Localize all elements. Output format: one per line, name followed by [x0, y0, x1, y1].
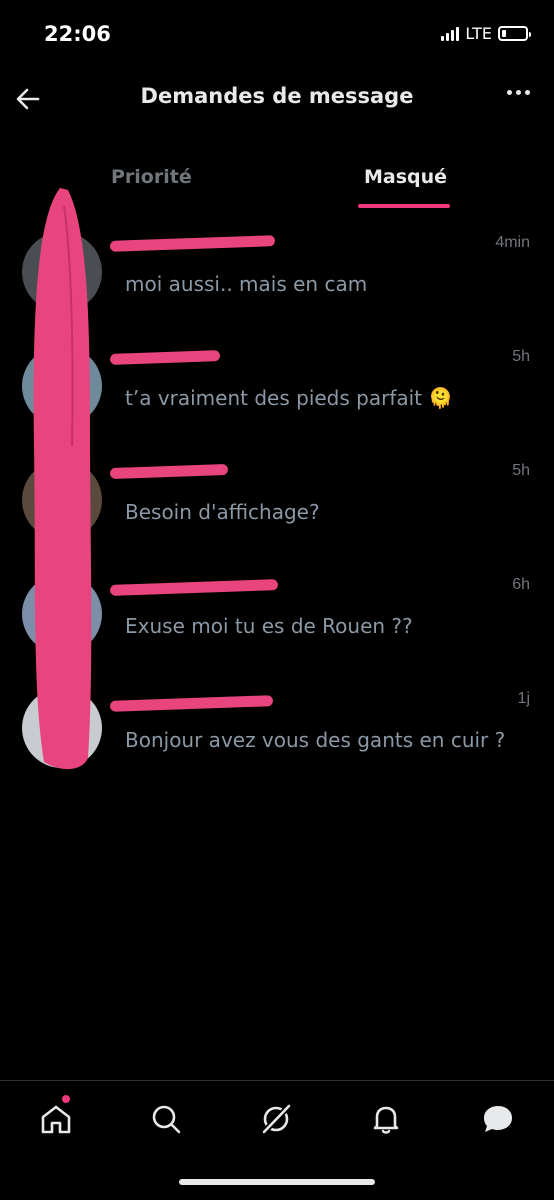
nav-search[interactable]: [146, 1099, 186, 1139]
network-type: LTE: [465, 24, 492, 43]
nav-notifications[interactable]: [366, 1099, 406, 1139]
home-icon: [41, 1105, 71, 1134]
message-preview: Bonjour avez vous des gants en cuir ?: [125, 728, 506, 752]
message-time: 5h: [512, 462, 530, 479]
signal-icon: [441, 26, 460, 41]
message-preview: moi aussi.. mais en cam: [125, 272, 368, 296]
name-redaction: [109, 579, 279, 596]
message-preview: Besoin d'affichage?: [125, 500, 320, 524]
message-time: 1j: [517, 690, 530, 707]
message-preview: t’a vraiment des pieds parfait 🫠: [125, 386, 454, 410]
battery-icon: [498, 26, 531, 41]
message-time: 6h: [512, 576, 530, 593]
message-time: 4min: [495, 234, 530, 251]
avatar-redaction-scribble: [33, 188, 92, 770]
status-bar: 22:06 LTE: [0, 0, 554, 70]
name-redaction: [109, 695, 274, 712]
home-indicator: [179, 1179, 375, 1185]
grok-icon: [261, 1103, 292, 1135]
notification-dot: [62, 1095, 70, 1103]
bottom-navigation: [0, 1080, 554, 1200]
search-icon: [152, 1105, 181, 1134]
messages-icon: [484, 1106, 512, 1132]
name-redaction: [109, 235, 276, 252]
battery-level: [502, 30, 506, 37]
page-title: Demandes de message: [140, 84, 414, 108]
name-redaction: [109, 463, 229, 480]
nav-messages[interactable]: [478, 1099, 518, 1139]
bell-icon: [373, 1106, 399, 1134]
status-icons: LTE: [441, 24, 531, 43]
nav-home[interactable]: [36, 1095, 76, 1139]
header: Demandes de message: [0, 70, 554, 126]
tab-hidden[interactable]: Masqué: [364, 166, 447, 188]
dot-icon: [525, 90, 530, 95]
status-time: 22:06: [44, 22, 111, 46]
nav-grok[interactable]: [256, 1099, 296, 1139]
active-tab-indicator: [358, 204, 450, 208]
dot-icon: [516, 90, 521, 95]
dot-icon: [507, 90, 512, 95]
name-redaction: [109, 350, 221, 365]
message-time: 5h: [512, 348, 530, 365]
message-preview: Exuse moi tu es de Rouen ??: [125, 614, 413, 638]
tab-priority[interactable]: Priorité: [111, 166, 192, 188]
more-options-button[interactable]: [507, 90, 530, 95]
